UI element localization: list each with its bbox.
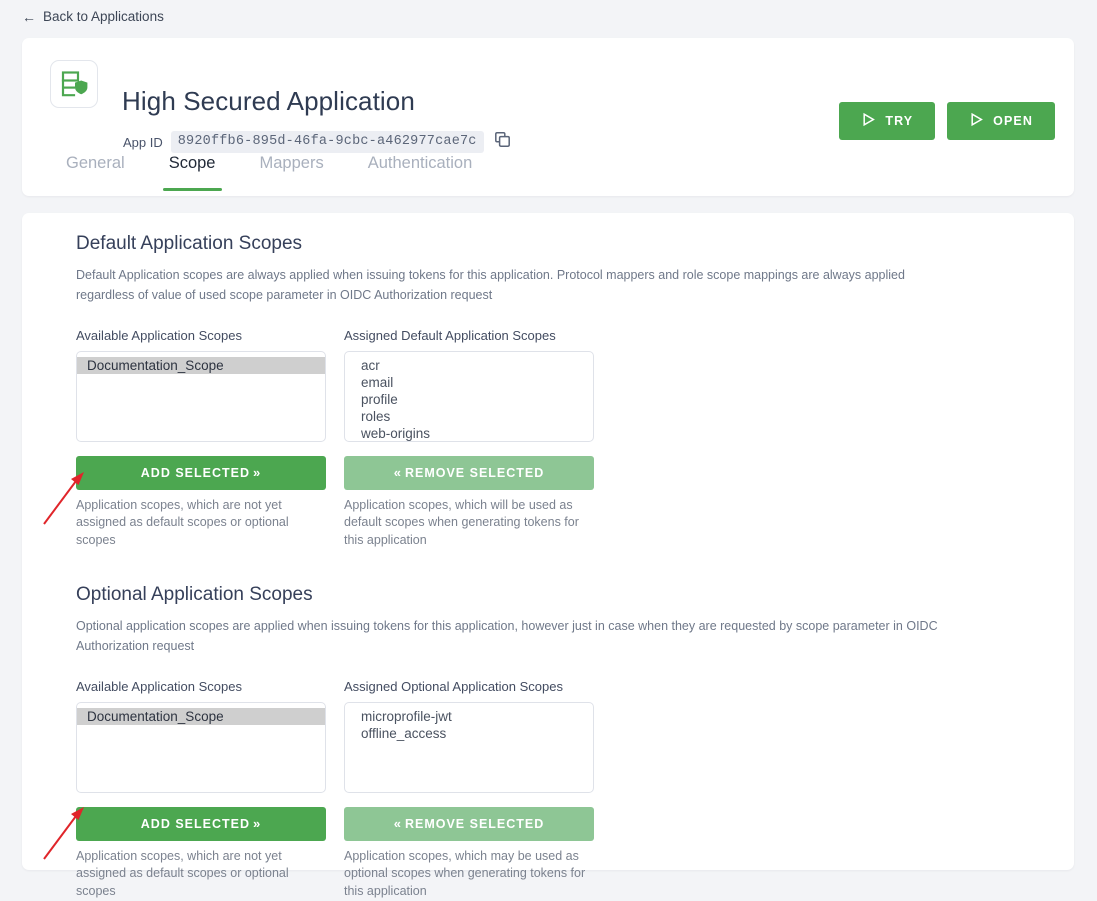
- open-button[interactable]: OPEN: [947, 102, 1055, 140]
- default-remove-selected-button[interactable]: « REMOVE SELECTED: [344, 455, 594, 490]
- chevron-double-left-icon: «: [393, 816, 402, 831]
- default-assigned-label: Assigned Default Application Scopes: [344, 327, 556, 343]
- back-to-applications-link[interactable]: ← Back to Applications: [22, 9, 164, 24]
- optional-remove-selected-label: REMOVE SELECTED: [404, 816, 545, 831]
- list-item[interactable]: profile: [345, 391, 593, 408]
- tab-scope[interactable]: Scope: [147, 138, 238, 191]
- default-remove-selected-label: REMOVE SELECTED: [404, 465, 545, 480]
- back-to-applications-label: Back to Applications: [43, 9, 164, 24]
- play-icon: [969, 112, 984, 130]
- default-assigned-helper: Application scopes, which will be used a…: [344, 497, 579, 548]
- chevron-double-right-icon: »: [253, 465, 262, 480]
- optional-available-listbox[interactable]: Documentation_Scope: [76, 701, 326, 793]
- list-item[interactable]: Documentation_Scope: [77, 356, 325, 374]
- list-item[interactable]: microprofile-jwt: [345, 708, 593, 725]
- tab-bar: General Scope Mappers Authentication: [22, 138, 1074, 196]
- optional-scopes-description: Optional application scopes are applied …: [76, 619, 938, 654]
- play-icon: [861, 112, 876, 130]
- optional-assigned-label: Assigned Optional Application Scopes: [344, 678, 563, 694]
- list-item[interactable]: acr: [345, 357, 593, 374]
- optional-assigned-column: Assigned Optional Application Scopes mic…: [344, 679, 594, 901]
- default-assigned-listbox[interactable]: acr email profile roles web-origins: [344, 350, 594, 442]
- default-available-column: Available Application Scopes Documentati…: [76, 328, 326, 550]
- optional-available-label: Available Application Scopes: [76, 678, 242, 694]
- default-scopes-transfer: Available Application Scopes Documentati…: [22, 328, 1074, 550]
- default-add-selected-label: ADD SELECTED: [140, 465, 250, 480]
- default-available-helper: Application scopes, which are not yet as…: [76, 497, 289, 548]
- optional-assigned-helper: Application scopes, which may be used as…: [344, 848, 586, 899]
- default-scopes-description: Default Application scopes are always ap…: [76, 268, 905, 303]
- default-available-listbox[interactable]: Documentation_Scope: [76, 350, 326, 442]
- default-available-label: Available Application Scopes: [76, 327, 242, 343]
- scope-content-card: Default Application Scopes Default Appli…: [22, 213, 1074, 898]
- optional-scopes-transfer: Available Application Scopes Documentati…: [22, 679, 1074, 901]
- tab-scope-label: Scope: [168, 154, 216, 172]
- list-item[interactable]: web-origins: [345, 425, 593, 441]
- optional-available-helper: Application scopes, which are not yet as…: [76, 848, 289, 899]
- tab-general[interactable]: General: [44, 138, 147, 191]
- default-assigned-column: Assigned Default Application Scopes acr …: [344, 328, 594, 550]
- default-add-selected-button[interactable]: ADD SELECTED »: [76, 455, 326, 490]
- optional-application-scopes-section: Optional Application Scopes Optional app…: [22, 584, 1074, 901]
- page-title: High Secured Application: [122, 86, 415, 116]
- chevron-double-right-icon: »: [253, 816, 262, 831]
- open-button-label: OPEN: [993, 114, 1033, 128]
- optional-assigned-listbox[interactable]: microprofile-jwt offline_access: [344, 701, 594, 793]
- chevron-double-left-icon: «: [393, 465, 402, 480]
- optional-remove-selected-button[interactable]: « REMOVE SELECTED: [344, 806, 594, 841]
- optional-add-selected-button[interactable]: ADD SELECTED »: [76, 806, 326, 841]
- tab-mappers-label: Mappers: [259, 154, 324, 172]
- try-button[interactable]: TRY: [839, 102, 936, 140]
- default-scopes-title: Default Application Scopes: [76, 233, 303, 254]
- optional-scopes-title: Optional Application Scopes: [76, 584, 313, 605]
- tab-authentication[interactable]: Authentication: [346, 138, 495, 191]
- list-item[interactable]: offline_access: [345, 725, 593, 742]
- tab-authentication-label: Authentication: [367, 154, 473, 172]
- list-item[interactable]: roles: [345, 408, 593, 425]
- tab-general-label: General: [66, 154, 125, 172]
- optional-available-column: Available Application Scopes Documentati…: [76, 679, 326, 901]
- tab-mappers[interactable]: Mappers: [238, 138, 346, 191]
- optional-add-selected-label: ADD SELECTED: [140, 816, 250, 831]
- header-actions: TRY OPEN: [839, 102, 1055, 140]
- try-button-label: TRY: [885, 114, 914, 128]
- list-item[interactable]: Documentation_Scope: [77, 707, 325, 725]
- secured-application-icon: [50, 60, 98, 108]
- application-header-card: High Secured Application App ID 8920ffb6…: [22, 38, 1074, 196]
- arrow-left-icon: ←: [22, 8, 36, 25]
- list-item[interactable]: email: [345, 374, 593, 391]
- default-application-scopes-section: Default Application Scopes Default Appli…: [22, 233, 1074, 550]
